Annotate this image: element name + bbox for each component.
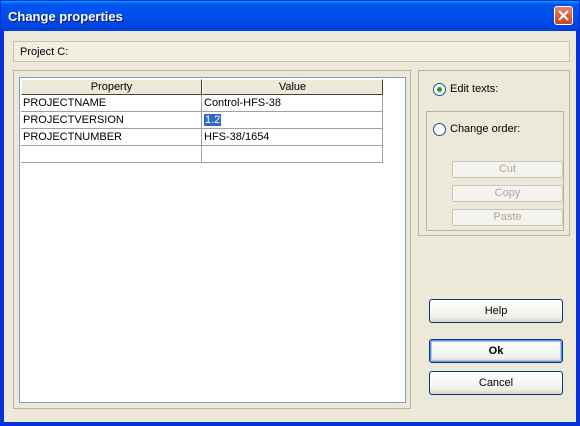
value-cell[interactable]: Control-HFS-38 xyxy=(202,95,383,112)
project-label: Project C: xyxy=(20,46,69,58)
properties-grid[interactable]: Property Value PROJECTNAME Control-HFS-3… xyxy=(19,77,406,403)
window-title: Change properties xyxy=(8,9,123,24)
property-cell[interactable] xyxy=(21,146,202,163)
value-cell[interactable]: HFS-38/1654 xyxy=(202,129,383,146)
change-order-radio[interactable] xyxy=(433,123,446,136)
radio-dot-icon xyxy=(437,87,442,92)
property-cell[interactable]: PROJECTNAME xyxy=(21,95,202,112)
change-order-label[interactable]: Change order: xyxy=(450,123,520,135)
property-cell[interactable]: PROJECTNUMBER xyxy=(21,129,202,146)
value-cell[interactable] xyxy=(202,146,383,163)
value-cell-editing[interactable]: 1.2 xyxy=(202,112,383,129)
column-header-value[interactable]: Value xyxy=(202,79,383,95)
ok-button[interactable]: Ok xyxy=(429,339,563,363)
help-button[interactable]: Help xyxy=(429,299,563,323)
cut-button: Cut xyxy=(452,161,563,178)
order-frame: Change order: Cut Copy Paste xyxy=(426,111,564,231)
dialog-client: Project C: Property Value PROJECTNAME Co… xyxy=(4,31,576,422)
properties-frame: Property Value PROJECTNAME Control-HFS-3… xyxy=(13,70,411,409)
project-bar: Project C: xyxy=(13,41,570,62)
paste-button: Paste xyxy=(452,209,563,226)
property-cell[interactable]: PROJECTVERSION xyxy=(21,112,202,129)
cancel-button[interactable]: Cancel xyxy=(429,371,563,395)
copy-button: Copy xyxy=(452,185,563,202)
mode-frame: Edit texts: Change order: Cut Copy Paste xyxy=(418,70,570,236)
close-button[interactable] xyxy=(554,6,573,25)
title-bar[interactable]: Change properties xyxy=(1,1,579,31)
close-icon xyxy=(558,10,569,21)
column-header-property[interactable]: Property xyxy=(21,79,202,95)
selected-text[interactable]: 1.2 xyxy=(204,114,222,126)
edit-texts-radio[interactable] xyxy=(433,83,446,96)
dialog-window: Change properties Project C: Property Va… xyxy=(0,0,580,426)
edit-texts-label[interactable]: Edit texts: xyxy=(450,83,498,95)
